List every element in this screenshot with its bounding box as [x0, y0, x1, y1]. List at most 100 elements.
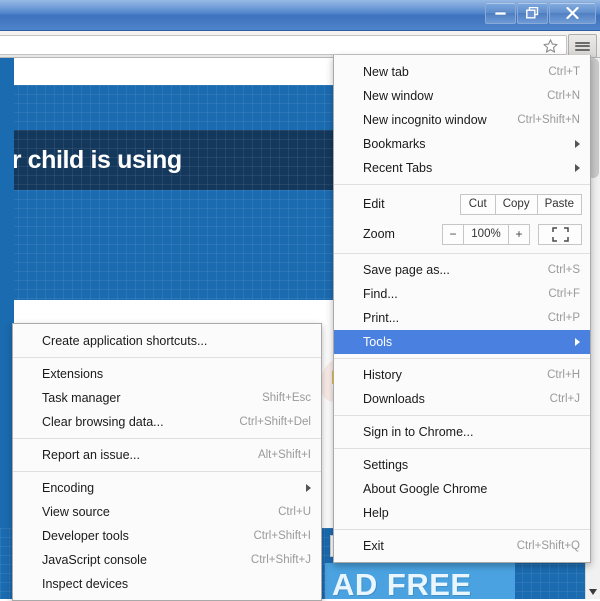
- tools-item-report-an-issue[interactable]: Report an issue... Alt+Shift+I: [13, 443, 321, 467]
- fullscreen-button[interactable]: [538, 223, 582, 245]
- menu-item-about-google-chrome[interactable]: About Google Chrome: [334, 477, 590, 501]
- tools-item-create-application-shortcuts[interactable]: Create application shortcuts...: [13, 329, 321, 353]
- menu-item-save-page-as[interactable]: Save page as... Ctrl+S: [334, 258, 590, 282]
- tools-item-javascript-console[interactable]: JavaScript console Ctrl+Shift+J: [13, 548, 321, 572]
- menu-item-shortcut: Ctrl+Shift+Del: [239, 416, 311, 428]
- ad-free-label: AD FREE: [332, 567, 472, 599]
- menu-item-print[interactable]: Print... Ctrl+P: [334, 306, 590, 330]
- zoom-controls: −100% +: [442, 223, 582, 245]
- menu-item-recent-tabs[interactable]: Recent Tabs: [334, 156, 590, 180]
- menu-item-new-tab[interactable]: New tab Ctrl+T: [334, 60, 590, 84]
- cut-button[interactable]: Cut: [459, 193, 496, 215]
- fullscreen-icon: [551, 226, 569, 242]
- menu-item-shortcut: Ctrl+P: [547, 312, 580, 324]
- menu-item-shortcut: Ctrl+J: [549, 393, 580, 405]
- window-title-bar: [0, 0, 600, 31]
- menu-item-label: JavaScript console: [42, 553, 147, 567]
- address-bar[interactable]: [0, 35, 567, 55]
- menu-separator: [334, 529, 590, 530]
- menu-item-shortcut: Ctrl+U: [278, 506, 311, 518]
- edit-button-group: Cut Copy Paste: [459, 193, 582, 215]
- menu-item-label: Encoding: [42, 481, 95, 495]
- submenu-arrow-icon: [559, 335, 580, 349]
- menu-item-label: Developer tools: [42, 529, 129, 543]
- hamburger-bar: [575, 45, 590, 47]
- menu-item-exit[interactable]: Exit Ctrl+Shift+Q: [334, 534, 590, 558]
- menu-item-label: Settings: [363, 458, 409, 472]
- menu-item-label: View source: [42, 505, 110, 519]
- menu-item-new-incognito-window[interactable]: New incognito window Ctrl+Shift+N: [334, 108, 590, 132]
- hamburger-menu-icon: [575, 40, 590, 52]
- menu-item-label: Report an issue...: [42, 448, 140, 462]
- tools-item-developer-tools[interactable]: Developer tools Ctrl+Shift+I: [13, 524, 321, 548]
- restore-button[interactable]: [517, 2, 548, 24]
- zoom-label: Zoom: [363, 227, 395, 241]
- menu-item-label: Find...: [363, 287, 398, 301]
- menu-row-edit: Edit Cut Copy Paste: [334, 189, 590, 219]
- menu-item-help[interactable]: Help: [334, 501, 590, 525]
- menu-separator: [13, 438, 321, 439]
- menu-item-shortcut: Ctrl+N: [547, 90, 580, 102]
- scroll-down-arrow-icon[interactable]: [586, 584, 600, 599]
- menu-item-label: Save page as...: [363, 263, 450, 277]
- hamburger-bar: [575, 48, 590, 51]
- tools-item-task-manager[interactable]: Task manager Shift+Esc: [13, 386, 321, 410]
- menu-item-settings[interactable]: Settings: [334, 453, 590, 477]
- menu-item-label: Clear browsing data...: [42, 415, 164, 429]
- zoom-out-button[interactable]: −: [442, 223, 464, 245]
- menu-item-label: Exit: [363, 539, 384, 553]
- zoom-level-value: 100%: [463, 223, 509, 245]
- hamburger-bar: [575, 41, 590, 44]
- menu-item-label: Extensions: [42, 367, 104, 381]
- menu-item-label: Recent Tabs: [363, 161, 433, 175]
- menu-item-label: Downloads: [363, 392, 425, 406]
- menu-item-tools[interactable]: Tools: [334, 330, 590, 354]
- menu-item-shortcut: Ctrl+Shift+J: [250, 554, 311, 566]
- menu-item-label: History: [363, 368, 402, 382]
- menu-item-label: Task manager: [42, 391, 121, 405]
- menu-item-label: Inspect devices: [42, 577, 129, 591]
- menu-item-bookmarks[interactable]: Bookmarks: [334, 132, 590, 156]
- menu-separator: [13, 471, 321, 472]
- menu-item-sign-in-to-chrome[interactable]: Sign in to Chrome...: [334, 420, 590, 444]
- zoom-in-button[interactable]: +: [508, 223, 530, 245]
- tools-submenu: Create application shortcuts... Extension…: [12, 323, 322, 601]
- chrome-main-menu: New tab Ctrl+T New window Ctrl+N New incogni…: [333, 55, 591, 563]
- menu-item-label: New incognito window: [363, 113, 487, 127]
- tools-item-extensions[interactable]: Extensions: [13, 362, 321, 386]
- menu-item-label: Tools: [363, 335, 393, 349]
- menu-item-shortcut: Alt+Shift+I: [257, 449, 311, 461]
- copy-button[interactable]: Copy: [494, 193, 538, 215]
- menu-item-history[interactable]: History Ctrl+H: [334, 363, 590, 387]
- tools-item-inspect-devices[interactable]: Inspect devices: [13, 572, 321, 596]
- menu-item-shortcut: Ctrl+T: [548, 66, 580, 78]
- menu-item-label: Print...: [363, 311, 400, 325]
- menu-item-label: About Google Chrome: [363, 482, 488, 496]
- minimize-button[interactable]: [485, 2, 516, 24]
- paste-button[interactable]: Paste: [536, 193, 582, 215]
- menu-item-new-window[interactable]: New window Ctrl+N: [334, 84, 590, 108]
- menu-item-downloads[interactable]: Downloads Ctrl+J: [334, 387, 590, 411]
- submenu-arrow-icon: [559, 137, 580, 151]
- menu-separator: [334, 253, 590, 254]
- tools-item-view-source[interactable]: View source Ctrl+U: [13, 500, 321, 524]
- menu-item-shortcut: Ctrl+S: [547, 264, 580, 276]
- menu-item-shortcut: Ctrl+F: [548, 288, 580, 300]
- menu-item-label: Create application shortcuts...: [42, 334, 208, 348]
- menu-item-shortcut: Ctrl+Shift+N: [517, 114, 580, 126]
- menu-item-label: New tab: [363, 65, 409, 79]
- edit-label: Edit: [363, 197, 385, 211]
- submenu-arrow-icon: [559, 161, 580, 175]
- menu-item-shortcut: Ctrl+H: [547, 369, 580, 381]
- menu-item-shortcut: Shift+Esc: [262, 392, 311, 404]
- close-button[interactable]: [549, 2, 596, 24]
- tools-item-clear-browsing-data[interactable]: Clear browsing data... Ctrl+Shift+Del: [13, 410, 321, 434]
- menu-separator: [334, 415, 590, 416]
- menu-separator: [13, 357, 321, 358]
- submenu-arrow-icon: [290, 481, 311, 495]
- menu-item-find[interactable]: Find... Ctrl+F: [334, 282, 590, 306]
- menu-item-label: Bookmarks: [363, 137, 426, 151]
- tools-item-encoding[interactable]: Encoding: [13, 476, 321, 500]
- browser-toolbar: [0, 31, 600, 58]
- window-controls: [485, 2, 596, 24]
